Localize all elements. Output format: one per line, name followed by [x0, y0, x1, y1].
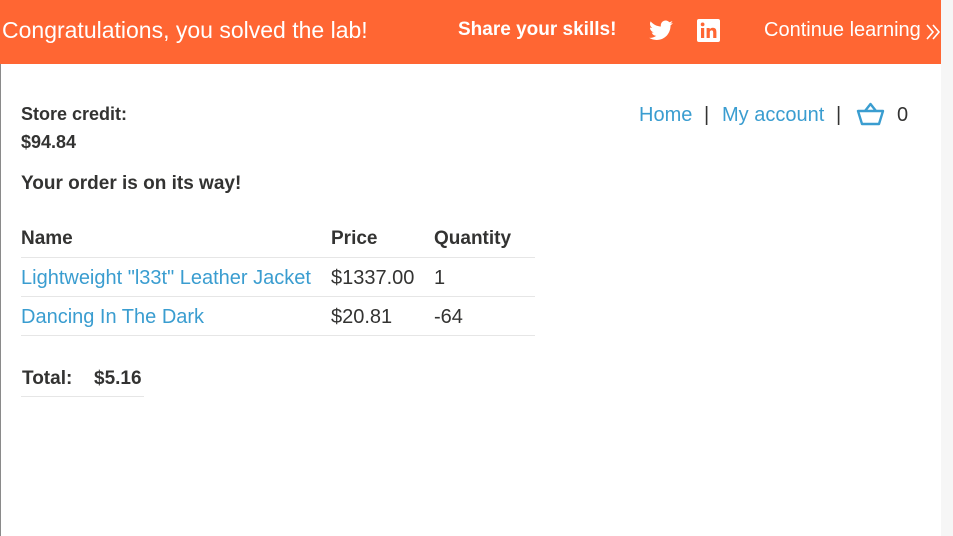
basket-icon[interactable]	[856, 102, 885, 127]
product-link[interactable]: Dancing In The Dark	[21, 306, 204, 329]
double-chevron-right-icon[interactable]	[926, 24, 941, 40]
order-table: Name Price Quantity Lightweight "l33t" L…	[21, 219, 535, 336]
nav-separator: |	[704, 104, 710, 126]
product-link[interactable]: Lightweight "l33t" Leather Jacket	[21, 267, 311, 290]
store-credit-label: Store credit:	[21, 104, 128, 124]
product-quantity: 1	[434, 267, 446, 289]
nav-separator: |	[836, 104, 842, 126]
my-account-link[interactable]: My account	[722, 104, 824, 127]
lab-solved-banner: Congratulations, you solved the lab! Sha…	[0, 0, 941, 64]
total-value: $5.16	[94, 368, 142, 389]
share-skills-label: Share your skills!	[458, 19, 617, 40]
product-price: $20.81	[331, 306, 393, 328]
order-status-message: Your order is on its way!	[21, 173, 242, 194]
store-credit-value: $94.84	[21, 132, 77, 152]
linkedin-icon[interactable]	[697, 19, 720, 42]
order-total: Total: $5.16	[21, 358, 144, 397]
column-header-price: Price	[331, 228, 378, 249]
cart-count[interactable]: 0	[897, 104, 908, 127]
table-header-row: Name Price Quantity	[21, 219, 535, 258]
table-row: Lightweight "l33t" Leather Jacket $1337.…	[21, 258, 535, 297]
window-left-border	[0, 0, 1, 536]
product-price: $1337.00	[331, 267, 415, 289]
total-label: Total:	[22, 368, 73, 389]
continue-learning-link[interactable]: Continue learning	[764, 19, 921, 42]
column-header-name: Name	[21, 228, 73, 249]
banner-title: Congratulations, you solved the lab!	[2, 17, 368, 43]
product-quantity: -64	[434, 306, 463, 328]
home-link[interactable]: Home	[639, 104, 692, 127]
twitter-icon[interactable]	[649, 20, 673, 41]
table-row: Dancing In The Dark $20.81 -64	[21, 297, 535, 336]
scrollbar-track[interactable]	[941, 0, 953, 536]
column-header-quantity: Quantity	[434, 228, 512, 249]
